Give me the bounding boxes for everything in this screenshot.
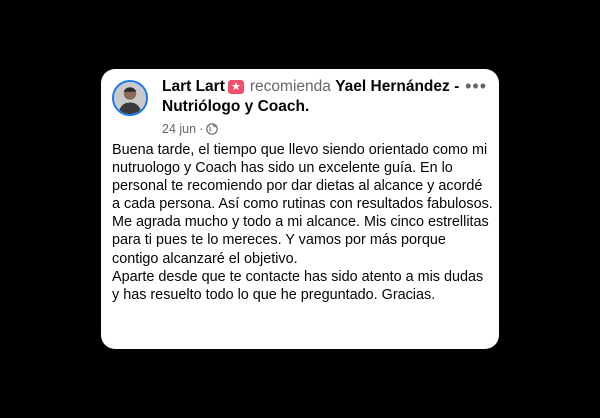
post-paragraph: Aparte desde que te contacte has sido at… — [112, 268, 484, 303]
globe-icon — [206, 123, 219, 138]
post-paragraph: Buena tarde, el tiempo que llevo siendo … — [112, 142, 493, 267]
recommends-label: recomienda — [249, 78, 331, 95]
author-avatar[interactable] — [112, 80, 148, 116]
meta-separator: · — [199, 122, 204, 136]
post-body: Buena tarde, el tiempo que llevo siendo … — [112, 141, 494, 304]
post-meta: 24 jun · — [162, 122, 219, 138]
avatar-image — [114, 82, 146, 114]
recommendation-post-card: Lart Lart ★ recomienda Yael Hernández - Nu… — [101, 69, 499, 349]
more-options-icon[interactable]: ••• — [465, 77, 487, 95]
star-icon: ★ — [227, 80, 244, 94]
post-date[interactable]: 24 jun — [162, 122, 196, 136]
author-name[interactable]: Lart Lart — [162, 78, 225, 95]
post-header: Lart Lart ★ recomienda Yael Hernández - Nu… — [162, 77, 462, 117]
